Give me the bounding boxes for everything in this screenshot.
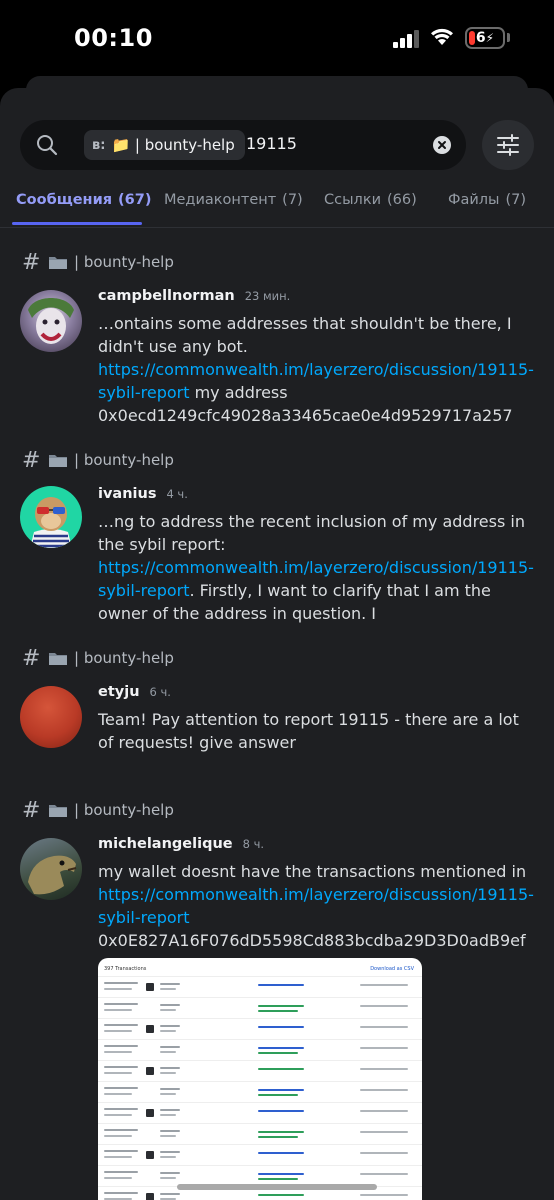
message-link[interactable]: https://commonwealth.im/layerzero/discus… (98, 885, 534, 927)
status-bar: 00:10 6⚡ (0, 0, 554, 78)
tab-media[interactable]: Медиаконтент (7) (164, 192, 303, 208)
folder-icon (49, 257, 67, 269)
attachment-table-row (98, 1123, 422, 1144)
message-link[interactable]: https://commonwealth.im/layerzero/discus… (98, 360, 534, 402)
avatar-image (28, 855, 77, 895)
message-text: …ng to address the recent inclusion of m… (98, 512, 534, 623)
search-sheet: в: 📁 | bounty-help 19115 Сообщения (67) … (0, 88, 554, 1200)
chip-prefix: в: (92, 137, 106, 153)
result-channel[interactable]: # | bounty-help (22, 645, 174, 671)
sliders-icon (497, 134, 519, 156)
hashtag-icon: # (22, 249, 41, 275)
message-time: 23 мин. (244, 289, 291, 303)
attachment-table-row (98, 1018, 422, 1039)
attachment-table-row (98, 1144, 422, 1165)
battery-level: 6 (475, 30, 486, 46)
filter-settings-button[interactable] (482, 120, 534, 170)
result-channel[interactable]: # | bounty-help (22, 797, 174, 823)
avatar-image (28, 298, 74, 344)
message-text: my wallet doesnt have the transactions m… (98, 862, 534, 950)
wifi-icon (431, 28, 453, 45)
author-name[interactable]: campbellnorman (98, 288, 235, 304)
message-text: …ontains some addresses that shouldn't b… (98, 314, 534, 425)
cellular-signal-icon (393, 30, 421, 48)
avatar[interactable] (20, 686, 82, 748)
message-time: 8 ч. (242, 837, 265, 851)
attachment-table-row (98, 1165, 422, 1186)
attachment-table-row (98, 1102, 422, 1123)
tab-files[interactable]: Файлы (7) (448, 192, 526, 208)
attachment-table-row (98, 976, 422, 997)
result-channel[interactable]: # | bounty-help (22, 447, 174, 473)
attachment-table-row (98, 1060, 422, 1081)
home-indicator[interactable] (177, 1184, 377, 1190)
avatar-image (30, 497, 72, 548)
attachment-download-link: Download as CSV (370, 966, 414, 972)
close-icon (438, 141, 446, 149)
message-time: 4 ч. (166, 487, 188, 501)
clear-search-button[interactable] (433, 136, 451, 154)
active-tab-indicator (12, 222, 142, 225)
folder-icon (49, 653, 67, 665)
message-preview[interactable]: campbellnorman 23 мин. …ontains some add… (98, 288, 534, 427)
attachment-table-row (98, 1081, 422, 1102)
chip-channel-label: 📁 | bounty-help (111, 136, 235, 154)
search-query[interactable]: 19115 (246, 134, 297, 153)
hashtag-icon: # (22, 447, 41, 473)
status-time: 00:10 (74, 24, 153, 52)
search-input[interactable]: в: 📁 | bounty-help 19115 (20, 120, 466, 170)
folder-icon (49, 455, 67, 467)
hashtag-icon: # (22, 797, 41, 823)
channel-filter-chip[interactable]: в: 📁 | bounty-help (84, 130, 245, 160)
tab-messages[interactable]: Сообщения (67) (16, 192, 151, 208)
message-preview[interactable]: ivanius 4 ч. …ng to address the recent i… (98, 486, 534, 625)
tab-links[interactable]: Ссылки (66) (324, 192, 417, 208)
message-preview[interactable]: etyju 6 ч. Team! Pay attention to report… (98, 684, 534, 754)
message-text: Team! Pay attention to report 19115 - th… (98, 710, 519, 752)
attachment-table-row (98, 1039, 422, 1060)
tabs-divider (0, 227, 554, 228)
avatar[interactable] (20, 838, 82, 900)
attachment-table-row (98, 997, 422, 1018)
search-icon (37, 135, 58, 156)
message-time: 6 ч. (149, 685, 171, 699)
image-attachment[interactable]: 397 Transactions Download as CSV (98, 958, 422, 1200)
folder-icon (49, 805, 67, 817)
attachment-title: 397 Transactions (104, 966, 147, 972)
author-name[interactable]: etyju (98, 684, 140, 700)
message-preview[interactable]: michelangelique 8 ч. my wallet doesnt ha… (98, 836, 534, 952)
hashtag-icon: # (22, 645, 41, 671)
avatar[interactable] (20, 290, 82, 352)
battery-icon: 6⚡ (465, 27, 505, 49)
author-name[interactable]: ivanius (98, 486, 156, 502)
author-name[interactable]: michelangelique (98, 836, 233, 852)
result-channel[interactable]: # | bounty-help (22, 249, 174, 275)
avatar[interactable] (20, 486, 82, 548)
